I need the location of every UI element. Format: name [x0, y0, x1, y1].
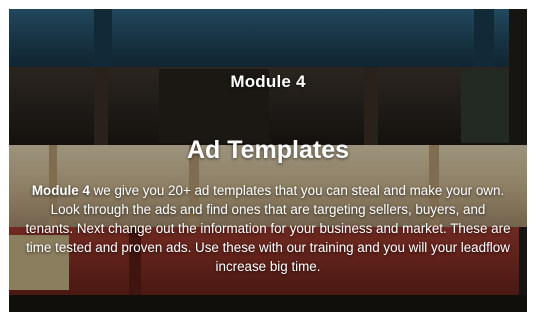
card-description: Module 4 we give you 20+ ad templates th… — [25, 181, 511, 276]
module-card: Module 4 Ad Templates Module 4 we give y… — [9, 9, 527, 312]
description-body: we give you 20+ ad templates that you ca… — [25, 183, 511, 274]
description-lead: Module 4 — [31, 183, 90, 198]
card-title: Ad Templates — [186, 136, 350, 164]
card-content: Module 4 Ad Templates Module 4 we give y… — [9, 9, 527, 312]
module-label: Module 4 — [230, 72, 306, 91]
